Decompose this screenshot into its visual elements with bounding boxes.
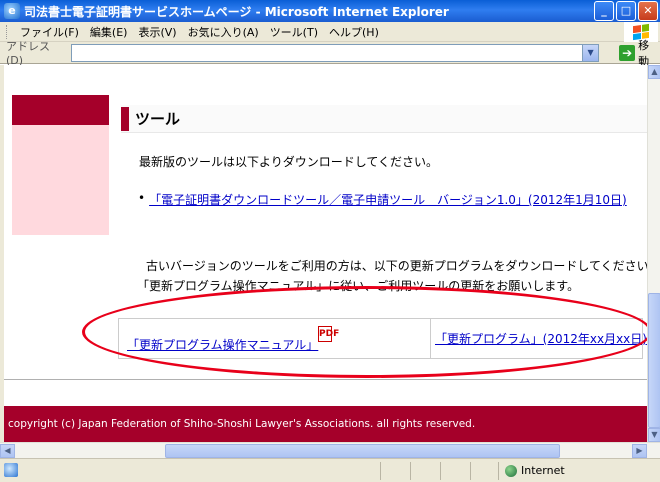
update-program-link[interactable]: 「更新プログラム」(2012年xx月xx日) <box>435 330 647 347</box>
decorative-pink-sidebar <box>12 125 109 235</box>
menu-view[interactable]: 表示(V) <box>138 24 176 40</box>
page-viewport: ツール 最新版のツールは以下よりダウンロードしてください。 • 「電子証明書ダウ… <box>0 65 647 442</box>
toolbar-grip[interactable] <box>6 24 9 39</box>
status-separator <box>380 462 381 480</box>
scroll-right-icon[interactable]: ▶ <box>632 444 647 458</box>
zone-label: Internet <box>521 464 565 477</box>
scroll-left-icon[interactable]: ◀ <box>0 444 15 458</box>
menu-favorites[interactable]: お気に入り(A) <box>188 24 259 40</box>
go-label: 移動 <box>638 38 650 68</box>
go-arrow-icon: ➔ <box>619 44 636 61</box>
vertical-scrollbar[interactable]: ▲ ▼ <box>647 65 660 442</box>
menu-bar: ファイル(F) 編集(E) 表示(V) お気に入り(A) ツール(T) ヘルプ(… <box>0 22 660 42</box>
status-separator <box>470 462 471 480</box>
menu-tools[interactable]: ツール(T) <box>270 24 318 40</box>
address-label: アドレス(D) <box>6 40 50 67</box>
heading-text: ツール <box>135 110 181 128</box>
status-separator <box>440 462 441 480</box>
security-zone: Internet <box>505 464 565 477</box>
address-bar: アドレス(D) ▼ ➔ 移動 <box>0 39 660 68</box>
intro-text: 最新版のツールは以下よりダウンロードしてください。 <box>139 155 439 169</box>
page-status-icon <box>4 463 18 477</box>
globe-icon <box>505 464 517 477</box>
address-dropdown-icon[interactable]: ▼ <box>582 44 599 61</box>
vertical-scroll-thumb[interactable] <box>648 293 660 428</box>
close-button[interactable]: ✕ <box>638 1 658 21</box>
decorative-red-block <box>12 95 109 125</box>
window-title: 司法書士電子証明書サービスホームページ - Microsoft Internet… <box>24 4 449 19</box>
go-button[interactable]: ➔ 移動 <box>619 37 660 69</box>
manual-cell: 「更新プログラム操作マニュアル」 PDF <box>119 319 431 358</box>
scroll-down-icon[interactable]: ▼ <box>648 428 660 442</box>
horizontal-scrollbar[interactable]: ◀ ▶ <box>0 442 660 458</box>
scroll-up-icon[interactable]: ▲ <box>648 65 660 79</box>
manual-link[interactable]: 「更新プログラム操作マニュアル」 <box>127 336 318 353</box>
internet-explorer-icon: e <box>4 3 20 19</box>
menu-edit[interactable]: 編集(E) <box>90 24 128 40</box>
address-input[interactable]: ▼ <box>70 43 600 62</box>
title-bar: e 司法書士電子証明書サービスホームページ - Microsoft Intern… <box>0 0 660 22</box>
bullet-icon: • <box>138 191 146 205</box>
horizontal-scroll-thumb[interactable] <box>165 444 560 458</box>
status-separator <box>498 462 499 480</box>
copyright-footer: copyright (c) Japan Federation of Shiho-… <box>4 406 647 442</box>
download-table: 「更新プログラム操作マニュアル」 PDF 「更新プログラム」(2012年xx月x… <box>118 318 647 359</box>
update-cell: 「更新プログラム」(2012年xx月xx日) <box>431 319 647 358</box>
window-controls: _ □ ✕ <box>594 1 658 21</box>
menu-help[interactable]: ヘルプ(H) <box>329 24 379 40</box>
list-item: • 「電子証明書ダウンロードツール／電子申請ツール バージョン1.0」(2012… <box>138 191 627 208</box>
old-version-text: 古いバージョンのツールをご利用の方は、以下の更新プログラムをダウンロードしてくだ… <box>146 259 647 273</box>
tool-download-link[interactable]: 「電子証明書ダウンロードツール／電子申請ツール バージョン1.0」(2012年1… <box>149 191 627 208</box>
pdf-icon[interactable]: PDF <box>318 326 339 342</box>
status-bar: Internet <box>0 458 660 482</box>
minimize-button[interactable]: _ <box>594 1 614 21</box>
divider <box>4 379 647 380</box>
status-separator <box>410 462 411 480</box>
manual-instruction-text: 「更新プログラム操作マニュアル」に従い、ご利用ツールの更新をお願いします。 <box>137 279 580 293</box>
heading-marker <box>121 106 129 131</box>
section-heading: ツール <box>121 105 647 133</box>
maximize-button[interactable]: □ <box>616 1 636 21</box>
